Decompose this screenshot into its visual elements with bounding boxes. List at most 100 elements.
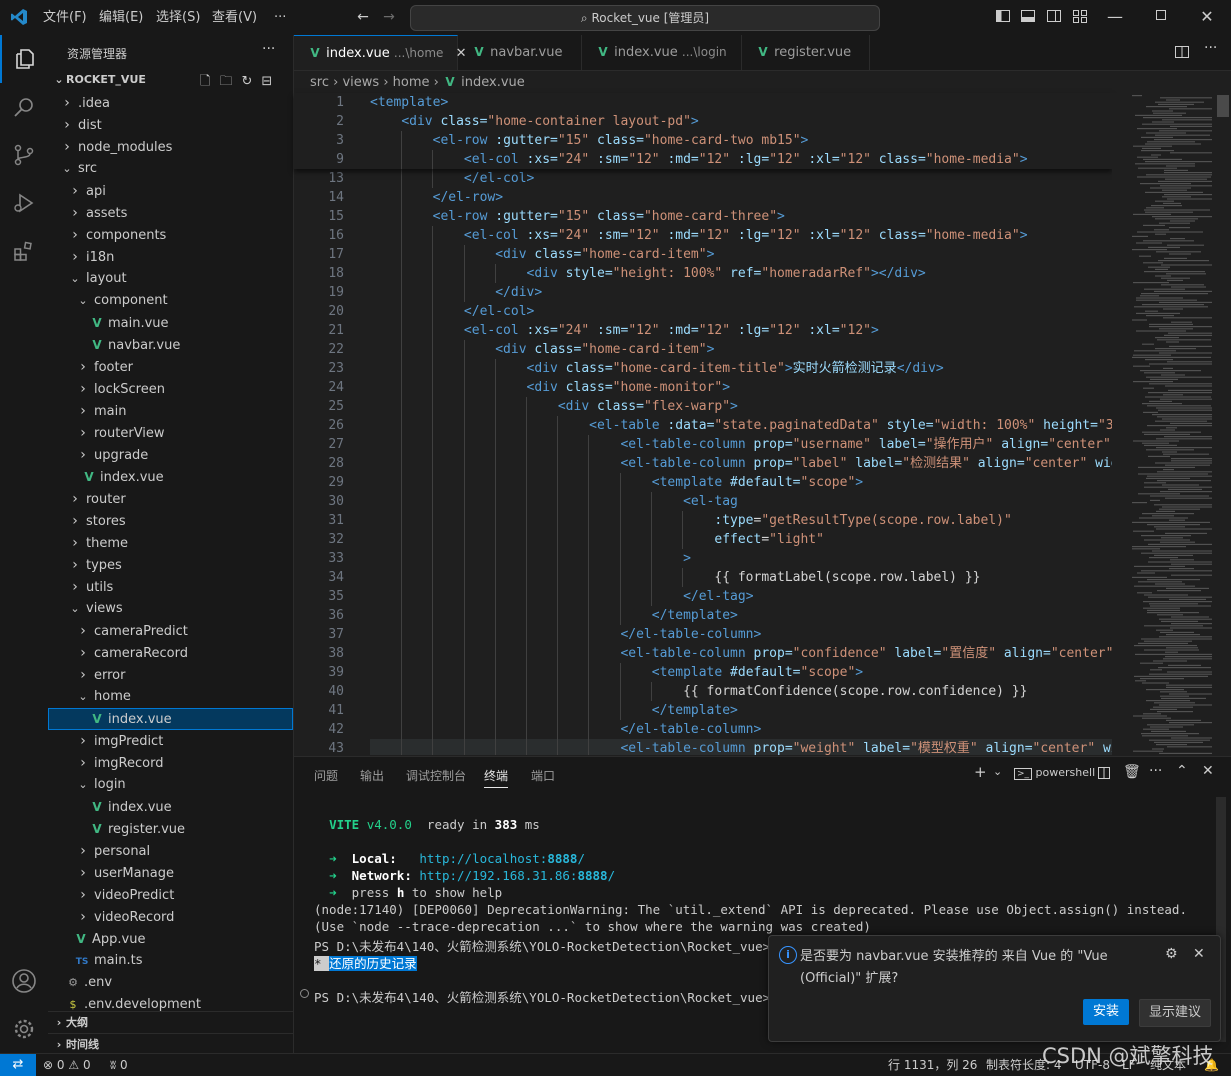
tree-item[interactable]: › stores [48, 510, 293, 532]
tree-item[interactable]: Vmain.vue [48, 312, 293, 334]
back-arrow-icon[interactable]: ← [354, 8, 372, 26]
show-recommendations-button[interactable]: 显示建议 [1139, 999, 1211, 1027]
breadcrumb-src[interactable]: src [310, 75, 329, 90]
tree-item[interactable]: › node_modules [48, 136, 293, 158]
tree-item[interactable]: › assets [48, 202, 293, 224]
tree-item[interactable]: ⌄ src [48, 158, 293, 180]
code-line[interactable]: <div class="home-card-item"> [370, 340, 714, 359]
tab-index-vue-login[interactable]: V index.vue ...\login [582, 35, 742, 70]
tree-item[interactable]: › cameraRecord [48, 642, 293, 664]
settings-gear-icon[interactable] [0, 1005, 48, 1053]
tab-index-vue-home[interactable]: V index.vue ...\home ✕ [294, 35, 466, 70]
code-line[interactable]: </template> [370, 606, 738, 625]
code-line[interactable]: <div class="home-card-item"> [370, 245, 714, 264]
code-line[interactable]: <template #default="scope"> [370, 473, 863, 492]
code-line[interactable]: </el-row> [370, 188, 503, 207]
code-line[interactable]: <el-table-column prop="label" label="检测结… [370, 454, 1112, 473]
tree-item[interactable]: › api [48, 180, 293, 202]
tree-item[interactable]: › utils [48, 576, 293, 598]
code-line[interactable]: effect="light" [370, 530, 824, 549]
terminal-shell[interactable]: >_ powershell [1014, 766, 1095, 780]
tree-item[interactable]: › footer [48, 356, 293, 378]
refresh-icon[interactable]: ↻ [241, 74, 261, 89]
code-editor[interactable]: 13 </el-col> 14 </el-row> 15 <el-row :gutt… [294, 93, 1112, 755]
tree-item[interactable]: › main [48, 400, 293, 422]
tree-item[interactable]: ⌄ login [48, 774, 293, 796]
source-control-icon[interactable] [0, 131, 48, 179]
tree-item[interactable]: › personal [48, 840, 293, 862]
remote-indicator-icon[interactable]: ⇄ [0, 1054, 36, 1076]
code-line[interactable]: </el-table-column> [370, 625, 761, 644]
panel-tab-ports[interactable]: 端口 [531, 767, 555, 784]
code-line[interactable]: {{ formatLabel(scope.row.label) }} [370, 568, 980, 587]
new-terminal-plus-icon[interactable]: + [974, 763, 987, 781]
collapse-all-icon[interactable]: ⊟ [261, 74, 281, 89]
code-line[interactable]: <el-col :xs="24" :sm="12" :md="12" :lg="… [370, 226, 1028, 245]
toast-close-icon[interactable]: ✕ [1193, 946, 1205, 962]
timeline-section[interactable]: › 时间线 [48, 1033, 293, 1053]
search-icon[interactable] [0, 83, 48, 131]
breadcrumb-file[interactable]: index.vue [461, 75, 525, 90]
panel-tab-problems[interactable]: 问题 [314, 767, 338, 784]
tree-item[interactable]: › dist [48, 114, 293, 136]
tree-item[interactable]: V App.vue [48, 928, 293, 950]
close-window-icon[interactable]: ✕ [1198, 8, 1216, 26]
split-terminal-icon[interactable] [1097, 766, 1111, 784]
code-line[interactable]: <div class="home-container layout-pd"> [370, 112, 698, 131]
terminal-decoration-circle-icon[interactable] [300, 989, 309, 998]
code-line[interactable]: </template> [370, 701, 738, 720]
sticky-scroll[interactable]: 1 <template> 2 <div class="home-container … [294, 93, 1112, 169]
code-line[interactable]: > [370, 549, 691, 568]
tree-item[interactable]: › videoRecord [48, 906, 293, 928]
command-center-search[interactable]: ⌕ Rocket_vue [管理员] [410, 5, 880, 31]
local-url[interactable]: http://localhost:8888/ [419, 851, 585, 866]
toggle-secondary-sidebar-icon[interactable] [1045, 8, 1063, 26]
toggle-panel-icon[interactable] [1019, 8, 1037, 26]
tree-item[interactable]: ⌄ home [48, 686, 293, 708]
forward-arrow-icon[interactable]: → [380, 8, 398, 26]
tree-item[interactable]: › routerView [48, 422, 293, 444]
customize-layout-icon[interactable] [1071, 8, 1089, 26]
code-line[interactable]: <el-tag [370, 492, 738, 511]
code-line[interactable]: <div class="home-monitor"> [370, 378, 731, 397]
menu-file[interactable]: 文件(F) [43, 0, 87, 35]
minimap[interactable] [1112, 93, 1231, 755]
code-line[interactable]: <template> [370, 93, 448, 112]
code-line[interactable]: </el-tag> [370, 587, 753, 606]
ports-indicator[interactable]: ʬ 0 [110, 1054, 128, 1076]
tree-item[interactable]: › components [48, 224, 293, 246]
tree-item[interactable]: › upgrade [48, 444, 293, 466]
new-folder-icon[interactable]: 🗀 [219, 74, 241, 89]
tree-item[interactable]: › types [48, 554, 293, 576]
tree-item[interactable]: ⌄ component [48, 290, 293, 312]
code-line[interactable]: <el-table :data="state.paginatedData" st… [370, 416, 1112, 435]
code-line[interactable]: <div class="home-card-item-title">实时火箭检测… [370, 359, 944, 378]
code-line[interactable]: <template #default="scope"> [370, 663, 863, 682]
tree-item[interactable]: › router [48, 488, 293, 510]
code-line[interactable]: <el-col :xs="24" :sm="12" :md="12" :lg="… [370, 150, 1028, 169]
tree-item[interactable]: Vnavbar.vue [48, 334, 293, 356]
breadcrumb-home[interactable]: home [393, 75, 430, 90]
code-line[interactable]: <div class="flex-warp"> [370, 397, 738, 416]
install-button[interactable]: 安装 [1083, 999, 1129, 1025]
tree-item[interactable]: $ .env.development [48, 994, 293, 1012]
tree-item[interactable]: › theme [48, 532, 293, 554]
tree-item[interactable]: Vindex.vue [48, 708, 293, 730]
code-line[interactable]: </el-table-column> [370, 720, 761, 739]
code-line[interactable]: <el-row :gutter="15" class="home-card-tw… [370, 131, 809, 150]
split-editor-icon[interactable] [1174, 44, 1190, 64]
cursor-position[interactable]: 行 1131，列 26 [888, 1054, 977, 1076]
close-panel-icon[interactable]: ✕ [1202, 763, 1214, 779]
toggle-sidebar-icon[interactable] [994, 8, 1012, 26]
editor-scrollbar-thumb[interactable] [1217, 95, 1229, 117]
tree-item[interactable]: Vindex.vue [48, 796, 293, 818]
toast-settings-gear-icon[interactable]: ⚙ [1165, 946, 1178, 962]
panel-more-icon[interactable]: ··· [1149, 763, 1162, 779]
code-line[interactable]: <el-table-column prop="confidence" label… [370, 644, 1112, 663]
panel-tab-debug-console[interactable]: 调试控制台 [406, 767, 466, 784]
tree-item[interactable]: ⚙ .env [48, 972, 293, 994]
editor-more-icon[interactable]: ··· [1204, 40, 1217, 56]
tree-item[interactable]: › imgPredict [48, 730, 293, 752]
extensions-icon[interactable] [0, 227, 48, 275]
account-icon[interactable] [0, 957, 48, 1005]
